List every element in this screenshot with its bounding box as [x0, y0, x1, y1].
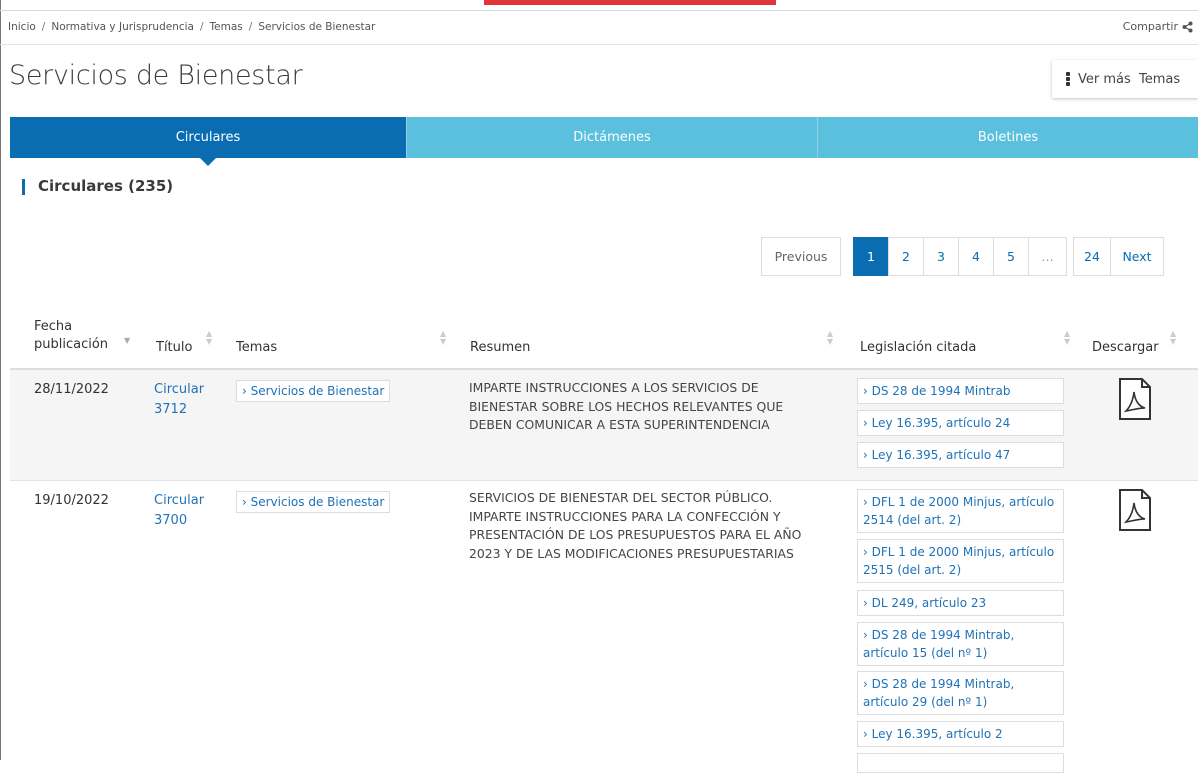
breadcrumb-item-current: Servicios de Bienestar [258, 21, 376, 33]
table-header: Fecha publicación ▼ Título ▲ ▼ Temas ▲ ▼ R… [10, 318, 1198, 370]
legislation-link[interactable] [857, 753, 1064, 773]
summary-line: SERVICIOS DE BIENESTAR DEL SECTOR PÚBLIC… [469, 490, 773, 505]
legislation-link[interactable]: › Ley 16.395, artículo 24 [857, 410, 1064, 436]
legislation-line: artículo 29 (del nº 1) [863, 695, 988, 709]
sort-icon: ▲ ▼ [206, 329, 213, 346]
column-header-resumen[interactable]: Resumen [470, 340, 530, 355]
pagination-next-button[interactable]: Next [1110, 237, 1164, 276]
legislation-link[interactable]: › DL 249, artículo 23 [857, 590, 1064, 616]
pagination-page[interactable]: 4 [958, 237, 994, 276]
tab-boletines[interactable]: Boletines [817, 117, 1198, 158]
window-edge [0, 0, 1, 760]
table-row: 19/10/2022 Circular 3700 › Servicios de … [10, 481, 1198, 773]
legislation-line: › DL 249, artículo 23 [863, 596, 987, 610]
legislation-link[interactable]: › Ley 16.395, artículo 47 [857, 442, 1064, 468]
legislation-line: › DFL 1 de 2000 Minjus, artículo [863, 545, 1055, 559]
header-fecha-line1: Fecha [34, 319, 73, 334]
content-tabs: Circulares Dictámenes Boletines [10, 117, 1198, 166]
legislation-line: › DS 28 de 1994 Mintrab, [863, 677, 1015, 691]
pagination: Previous 1 2 3 4 5 … 24 Next [761, 237, 1164, 276]
pagination-page-last[interactable]: 24 [1073, 237, 1111, 276]
legislation-line: › DS 28 de 1994 Mintrab, [863, 628, 1015, 642]
column-header-titulo[interactable]: Título [156, 340, 192, 355]
column-header-legislacion[interactable]: Legislación citada [860, 340, 976, 355]
legislation-link[interactable]: › DS 28 de 1994 Mintrab, artículo 29 (de… [857, 671, 1064, 715]
row-summary: SERVICIOS DE BIENESTAR DEL SECTOR PÚBLIC… [469, 489, 801, 563]
summary-line: 2023 Y DE LAS MODIFICACIONES PRESUPUESTA… [469, 545, 794, 561]
breadcrumb-bar: Inicio / Normativa y Jurisprudencia / Temas /… [0, 11, 1198, 45]
legislation-link[interactable]: › DS 28 de 1994 Mintrab [857, 378, 1064, 404]
pagination-previous-button[interactable]: Previous [761, 237, 841, 276]
pagination-page[interactable]: 3 [923, 237, 959, 276]
pagination-ellipsis: … [1028, 237, 1067, 276]
tab-circulares[interactable]: Circulares [10, 117, 406, 166]
tab-label: Dictámenes [573, 130, 651, 145]
sort-desc-icon: ▼ [124, 336, 131, 345]
legislation-link[interactable]: › Ley 16.395, artículo 2 [857, 721, 1064, 747]
column-header-descargar[interactable]: Descargar [1092, 340, 1159, 355]
tema-tag[interactable]: › Servicios de Bienestar [236, 380, 391, 402]
row-date: 19/10/2022 [34, 493, 109, 508]
legislation-link[interactable]: › DFL 1 de 2000 Minjus, artículo 2514 (d… [857, 489, 1064, 533]
sort-icon: ▲ ▼ [827, 329, 834, 346]
sort-icon: ▲ ▼ [1170, 329, 1177, 346]
summary-line: IMPARTE INSTRUCCIONES PARA LA CONFECCIÓN… [469, 508, 781, 524]
breadcrumb-item-inicio[interactable]: Inicio [8, 21, 36, 33]
row-title-link[interactable]: Circular 3712 [154, 380, 204, 420]
row-date: 28/11/2022 [34, 382, 109, 397]
breadcrumb-separator: / [248, 21, 253, 33]
sort-icon: ▲ ▼ [440, 329, 447, 346]
column-header-fecha[interactable]: Fecha publicación [34, 318, 108, 354]
tab-label: Boletines [977, 130, 1039, 145]
legislation-line: › Ley 16.395, artículo 2 [863, 727, 1003, 741]
title-line2: 3712 [154, 402, 188, 417]
summary-line: DEBEN COMUNICAR A ESTA SUPERINTENDENCIA [469, 417, 770, 432]
breadcrumb: Inicio / Normativa y Jurisprudencia / Temas /… [8, 21, 375, 33]
pdf-icon[interactable] [1116, 489, 1154, 531]
legislation-line: 2515 (del art. 2) [863, 563, 962, 577]
pagination-page[interactable]: 5 [993, 237, 1029, 276]
tab-dictamenes[interactable]: Dictámenes [406, 117, 817, 158]
summary-line: PRESENTACIÓN DE LOS PRESUPUESTOS PARA EL… [469, 527, 802, 542]
section-title: Circulares (235) [38, 177, 174, 195]
row-summary: IMPARTE INSTRUCCIONES A LOS SERVICIOS DE… [469, 379, 783, 435]
kebab-icon [1066, 72, 1070, 86]
row-title-link[interactable]: Circular 3700 [154, 491, 204, 531]
tab-label: Circulares [175, 130, 241, 145]
sort-icon: ▲ ▼ [1064, 329, 1071, 346]
ver-mas-temas-button[interactable]: Ver más Temas [1052, 60, 1198, 98]
legislation-link[interactable]: › DFL 1 de 2000 Minjus, artículo 2515 (d… [857, 539, 1064, 583]
top-accent-bar [484, 0, 776, 5]
ver-mas-label: Ver más Temas [1078, 71, 1181, 87]
share-icon [1182, 21, 1193, 33]
page-title: Servicios de Bienestar [9, 60, 303, 91]
active-tab-caret [200, 158, 216, 166]
pdf-icon[interactable] [1116, 378, 1154, 420]
summary-line: BIENESTAR SOBRE LOS HECHOS RELEVANTES QU… [469, 398, 784, 414]
share-button[interactable]: Compartir [1122, 20, 1193, 33]
tema-tag[interactable]: › Servicios de Bienestar [236, 491, 391, 513]
legislation-line: 2514 (del art. 2) [863, 513, 962, 527]
title-line1: Circular [154, 493, 205, 508]
breadcrumb-item-temas[interactable]: Temas [210, 21, 243, 33]
breadcrumb-separator: / [41, 21, 46, 33]
legislation-link[interactable]: › DS 28 de 1994 Mintrab, artículo 15 (de… [857, 622, 1064, 666]
breadcrumb-item-normativa[interactable]: Normativa y Jurisprudencia [51, 21, 194, 33]
summary-line: IMPARTE INSTRUCCIONES A LOS SERVICIOS DE [469, 380, 759, 395]
legislation-line: › DFL 1 de 2000 Minjus, artículo [863, 495, 1055, 509]
pagination-page-current[interactable]: 1 [853, 237, 889, 276]
table-row: 28/11/2022 Circular 3712 › Servicios de … [10, 370, 1198, 481]
legislation-line: artículo 15 (del nº 1) [863, 646, 988, 660]
pagination-page[interactable]: 2 [888, 237, 924, 276]
share-label: Compartir [1122, 20, 1178, 33]
header-fecha-line2: publicación [34, 337, 109, 352]
title-line2: 3700 [154, 513, 188, 528]
title-line1: Circular [154, 382, 205, 397]
breadcrumb-separator: / [200, 21, 204, 33]
column-header-temas[interactable]: Temas [236, 340, 277, 355]
section-accent-bar [22, 179, 25, 195]
